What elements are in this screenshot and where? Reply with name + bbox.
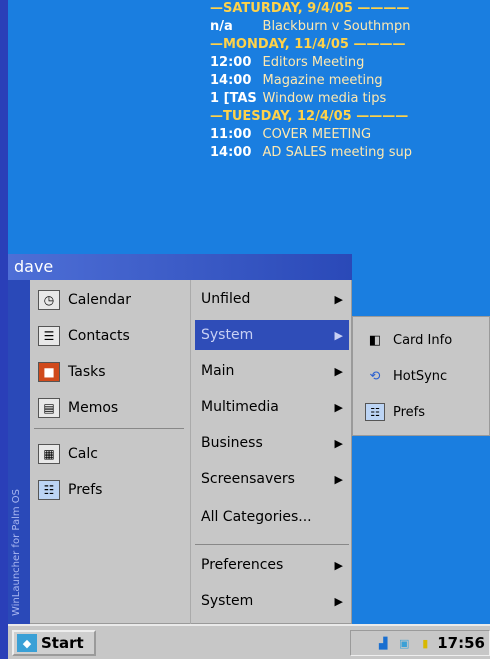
arrow-right-icon: ▶ [334,558,343,572]
divider [34,428,184,429]
category-label: Main [201,363,235,379]
arrow-right-icon: ▶ [334,400,343,414]
agenda-event[interactable]: 12:00 Editors Meeting [210,54,490,72]
tasks-icon: ■ [38,362,60,382]
agenda-event[interactable]: 1 [TAS Window media tips [210,90,490,108]
category-label: Screensavers [201,471,295,487]
app-item-memos[interactable]: ▤ Memos [38,394,118,422]
event-title: Blackburn v Southmpn [262,19,411,34]
category-item-business[interactable]: Business ▶ [195,428,349,458]
event-title: Magazine meeting [262,73,383,88]
category-label: System [201,593,254,609]
category-item-preferences[interactable]: Preferences ▶ [195,550,349,580]
card-info-icon: ◧ [368,332,382,348]
submenu-item-card-info[interactable]: ◧ Card Info [365,325,452,355]
arrow-right-icon: ▶ [334,436,343,450]
system-submenu: ◧ Card Info ⟲ HotSync ☷ Prefs [352,316,490,436]
category-label: Unfiled [201,291,251,307]
event-time: 11:00 [210,127,252,142]
agenda-event[interactable]: 14:00 Magazine meeting [210,72,490,90]
category-item-all-categories[interactable]: All Categories... [195,502,349,532]
event-title: COVER MEETING [262,127,372,142]
app-list: ◷ Calendar ☰ Contacts ■ Tasks ▤ Memos ▦ … [30,280,190,624]
category-item-system[interactable]: System ▶ [195,320,349,350]
app-item-prefs[interactable]: ☷ Prefs [38,476,102,504]
category-item-screensavers[interactable]: Screensavers ▶ [195,464,349,494]
battery-icon[interactable]: ▮ [416,635,434,651]
agenda-event[interactable]: n/a Blackburn v Southmpn [210,18,490,36]
arrow-right-icon: ▶ [334,328,343,342]
system-tray: ▟ ▣ ▮ 17:56 [350,630,490,656]
agenda-event[interactable]: 14:00 AD SALES meeting sup [210,144,490,162]
contacts-icon: ☰ [38,326,60,346]
event-time: 14:00 [210,73,252,88]
app-label: Calc [68,446,98,462]
day-header: —TUESDAY, 12/4/05 ———— [210,109,409,124]
app-item-contacts[interactable]: ☰ Contacts [38,322,130,350]
window-frame-left [0,0,8,659]
today-agenda: —SATURDAY, 9/4/05 ———— n/a Blackburn v S… [210,0,490,162]
category-label: System [201,327,254,343]
event-title: Editors Meeting [262,55,365,70]
submenu-item-prefs[interactable]: ☷ Prefs [365,397,425,427]
submenu-label: Prefs [393,404,426,420]
arrow-right-icon: ▶ [334,472,343,486]
submenu-item-hotsync[interactable]: ⟲ HotSync [365,361,448,391]
category-label: All Categories... [201,509,312,525]
submenu-label: HotSync [393,368,448,384]
submenu-label: Card Info [393,332,453,348]
start-icon: ◆ [17,634,37,652]
category-item-unfiled[interactable]: Unfiled ▶ [195,284,349,314]
app-label: Prefs [68,482,103,498]
memos-icon: ▤ [38,398,60,418]
start-button[interactable]: ◆ Start [12,630,96,656]
launcher-sidebar-text: WinLauncher for Palm OS [11,489,22,616]
agenda-event[interactable]: 11:00 COVER MEETING [210,126,490,144]
divider [195,544,349,545]
display-icon[interactable]: ▣ [395,635,413,651]
prefs-icon: ☷ [365,403,385,421]
prefs-icon: ☷ [38,480,60,500]
day-header: —SATURDAY, 9/4/05 ———— [210,1,410,16]
event-time: n/a [210,19,233,34]
arrow-right-icon: ▶ [334,594,343,608]
category-label: Business [201,435,263,451]
arrow-right-icon: ▶ [334,292,343,306]
calculator-icon: ▦ [38,444,60,464]
event-time: 12:00 [210,55,252,70]
hotsync-icon: ⟲ [369,368,381,384]
category-label: Preferences [201,557,284,573]
launcher-sidebar: WinLauncher for Palm OS [8,280,30,624]
launcher-title: dave [8,254,352,280]
event-title: Window media tips [262,91,387,106]
app-label: Calendar [68,292,131,308]
calendar-icon: ◷ [38,290,60,310]
app-item-calendar[interactable]: ◷ Calendar [38,286,131,314]
arrow-right-icon: ▶ [334,364,343,378]
category-item-main[interactable]: Main ▶ [195,356,349,386]
event-time: 1 [TAS [210,91,257,106]
event-title: AD SALES meeting sup [262,145,413,160]
category-item-system-2[interactable]: System ▶ [195,586,349,616]
app-item-tasks[interactable]: ■ Tasks [38,358,106,386]
category-label: Multimedia [201,399,279,415]
network-icon[interactable]: ▟ [374,635,392,651]
day-header: —MONDAY, 11/4/05 ———— [210,37,406,52]
app-label: Tasks [68,364,106,380]
taskbar: ◆ Start ▟ ▣ ▮ 17:56 [8,624,490,659]
app-item-calc[interactable]: ▦ Calc [38,440,98,468]
event-time: 14:00 [210,145,252,160]
start-label: Start [41,634,84,652]
clock[interactable]: 17:56 [437,634,485,652]
category-list: Unfiled ▶ System ▶ Main ▶ Multimedia ▶ B… [190,280,352,624]
app-label: Contacts [68,328,130,344]
app-label: Memos [68,400,119,416]
category-item-multimedia[interactable]: Multimedia ▶ [195,392,349,422]
